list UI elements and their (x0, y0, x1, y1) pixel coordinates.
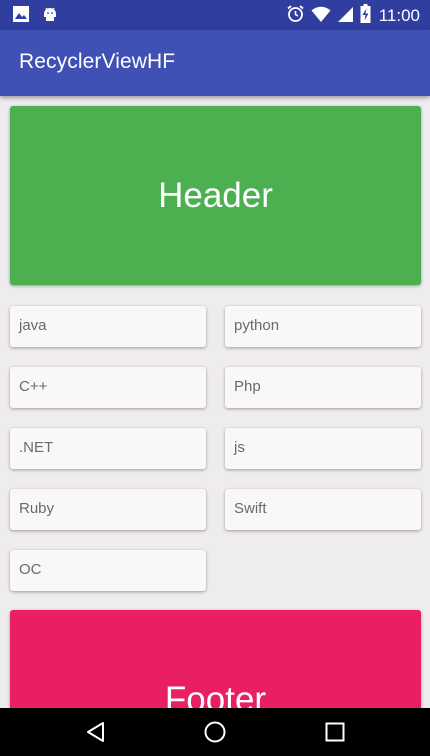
list-item-label: Php (234, 378, 261, 395)
recycler-view[interactable]: Header java python C++ Php .NET js Ruby … (0, 96, 430, 708)
list-item[interactable]: .NET (10, 428, 206, 469)
list-item[interactable]: Swift (225, 489, 421, 530)
footer-label: Footer (164, 680, 267, 708)
image-notification-icon (12, 5, 30, 27)
list-item[interactable]: java (10, 306, 206, 347)
cell-signal-icon (337, 5, 354, 27)
status-bar: 11:00 (0, 0, 430, 30)
list-item-label: python (234, 317, 280, 334)
navigation-bar (0, 708, 430, 756)
list-item[interactable]: C++ (10, 367, 206, 408)
app-title: RecyclerViewHF (19, 50, 176, 73)
list-item[interactable]: python (225, 306, 421, 347)
list-item[interactable]: Php (225, 367, 421, 408)
alarm-icon (286, 4, 305, 27)
wifi-icon (311, 5, 331, 27)
list-item-label: java (19, 317, 47, 334)
list-item-label: Swift (234, 500, 267, 517)
list-item[interactable]: OC (10, 550, 206, 591)
header-card[interactable]: Header (10, 106, 421, 285)
list-item-label: js (234, 439, 245, 456)
list-item[interactable]: js (225, 428, 421, 469)
home-icon[interactable] (203, 720, 227, 744)
list-item-label: .NET (19, 439, 54, 456)
list-item-label: C++ (19, 378, 48, 395)
footer-card[interactable]: Footer (10, 610, 421, 708)
battery-charging-icon (360, 4, 371, 27)
list-item-label: Ruby (19, 500, 55, 517)
recents-icon[interactable] (323, 720, 347, 744)
header-label: Header (158, 175, 273, 215)
back-icon[interactable] (84, 720, 108, 744)
status-time: 11:00 (378, 5, 420, 25)
list-item[interactable]: Ruby (10, 489, 206, 530)
list-item-label: OC (19, 561, 42, 578)
app-bar: RecyclerViewHF (0, 30, 430, 96)
android-debug-icon (42, 5, 58, 27)
